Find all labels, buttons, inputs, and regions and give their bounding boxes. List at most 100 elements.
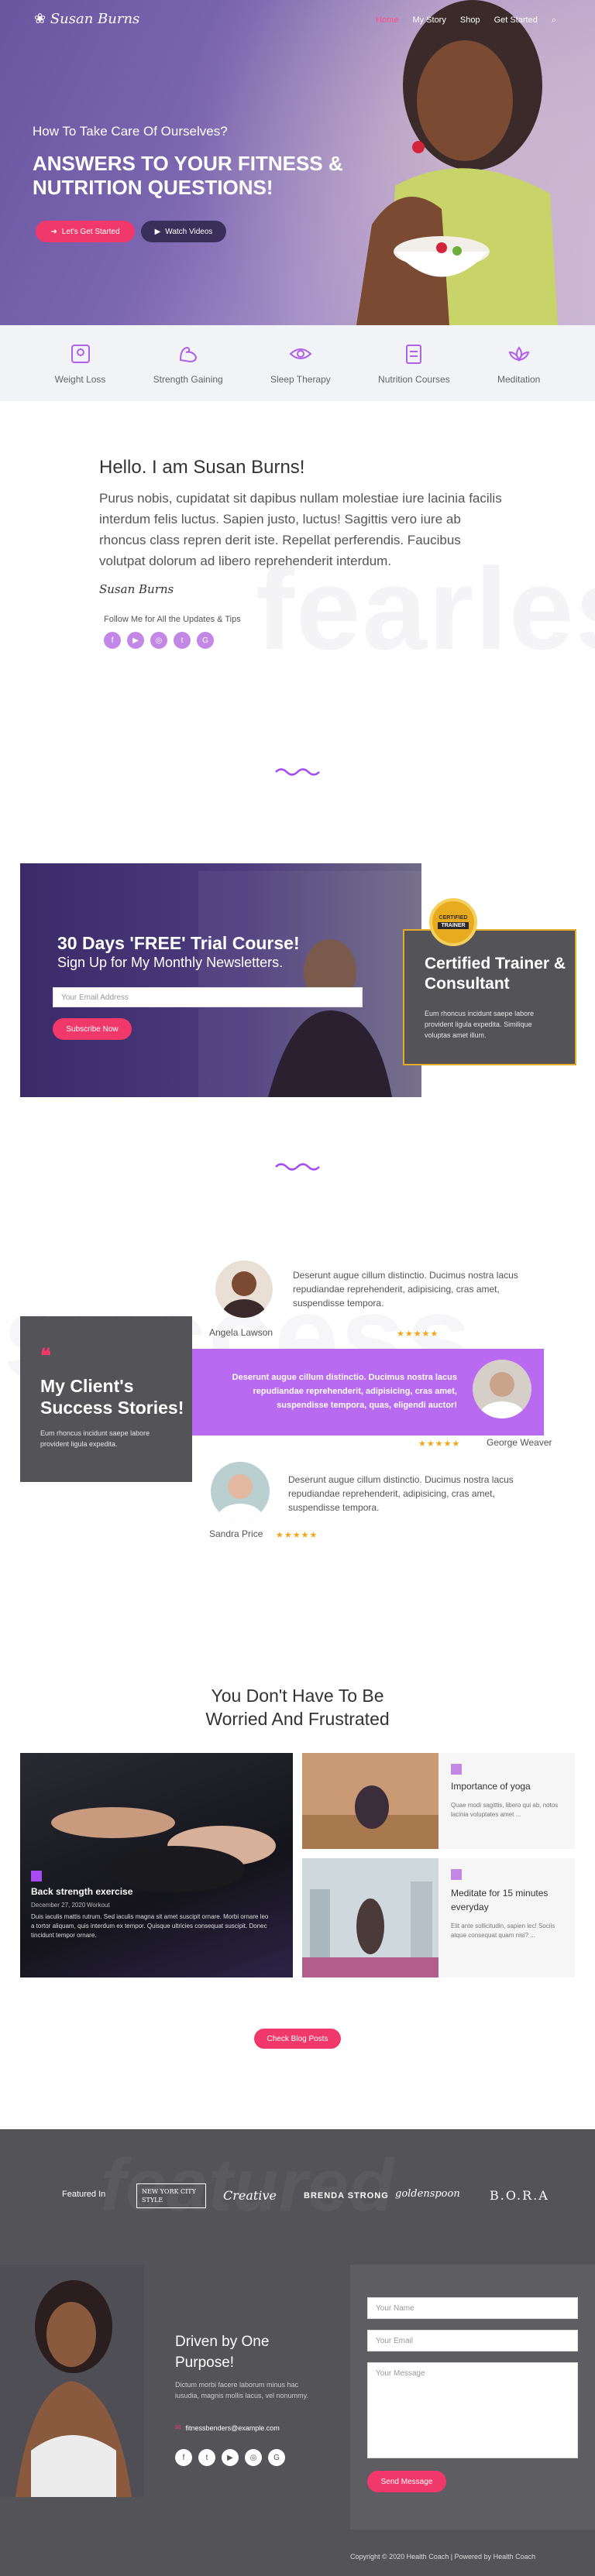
nav-link-shop[interactable]: Shop [460,15,480,26]
avatar-george [473,1360,531,1418]
get-started-button[interactable]: ➜ Let's Get Started [36,221,135,242]
trial-email-input[interactable]: Your Email Address [53,987,363,1007]
instagram-icon[interactable]: ◎ [245,2449,262,2466]
instagram-icon[interactable]: ◎ [150,632,167,649]
email-input[interactable]: Your Email [367,2330,578,2351]
contact-email-link[interactable]: ✉ fitnessbenders@example.com [175,2423,280,2432]
watch-videos-button[interactable]: ▶ Watch Videos [141,221,226,242]
success-title: My Client's Success Stories! [40,1376,184,1418]
logo-goldenspoon[interactable]: goldenspoon [395,2188,460,2200]
testimonial-text: Deserunt augue cillum distinctio. Ducimu… [232,1373,457,1410]
service-nutrition-courses[interactable]: Nutrition Courses [378,341,450,385]
blog-post-card[interactable]: Importance of yoga Quae modi sagittis, l… [302,1753,575,1849]
post-excerpt: Elit ante sollicitudin, sapien lec! Soci… [451,1923,555,1939]
eye-icon [289,348,312,359]
meditation-image [302,1858,439,1977]
contact-woman-image [0,2265,144,2497]
hero-title: ANSWERS TO YOUR FITNESS & NUTRITION QUES… [33,152,343,199]
post-excerpt: Quae modi sagittis, libero qui ab, notos… [451,1802,559,1818]
play-icon: ▶ [154,227,161,236]
google-plus-icon[interactable]: G [268,2449,285,2466]
scale-icon [71,345,90,363]
featured-in-section: featured Featured In NEW YORK CITY STYLE… [0,2129,595,2265]
check-blog-posts-button[interactable]: Check Blog Posts [254,2029,341,2049]
avatar-angela [215,1261,273,1318]
yoga-image [302,1753,439,1849]
quote-icon: ❝ [40,1344,51,1367]
contact-body: Dictum morbi facere laborum minus hac iu… [175,2381,308,2399]
service-meditation[interactable]: Meditation [497,341,540,385]
wave-divider [275,1163,320,1171]
contact-section: Driven by One Purpose! Dictum morbi face… [0,2265,595,2576]
facebook-icon[interactable]: f [104,632,121,649]
hero-section: ❀ Susan Burns Home My Story Shop Get Sta… [0,0,595,325]
certified-body: Eum rhoncus incidunt saepe labore provid… [425,1010,535,1039]
google-plus-icon[interactable]: G [197,632,214,649]
clipboard-icon [406,345,422,364]
search-icon[interactable]: ⌕ [552,15,556,26]
nav-link-home[interactable]: Home [376,15,398,26]
service-sleep-therapy[interactable]: Sleep Therapy [270,341,331,385]
logo-creative[interactable]: Creative [223,2188,277,2203]
testimonial-text: Deserunt augue cillum distinctio. Ducimu… [288,1474,514,1513]
facebook-icon[interactable]: f [175,2449,192,2466]
post-category[interactable]: Workout [87,1902,110,1909]
post-title[interactable]: Importance of yoga [451,1781,531,1792]
youtube-icon[interactable]: ▶ [222,2449,239,2466]
twitter-icon[interactable]: t [174,632,191,649]
lotus-icon: ❀ [34,11,46,27]
certified-trainer-card: Certified Trainer & Consultant Eum rhonc… [403,929,576,1065]
post-category-icon [451,1764,462,1775]
message-textarea[interactable]: Your Message [367,2362,578,2458]
arrow-circle-icon: ➜ [50,227,57,236]
testimonial-name: Sandra Price [209,1528,263,1539]
youtube-icon[interactable]: ▶ [127,632,144,649]
post-category-icon [451,1869,462,1880]
avatar-sandra [211,1462,270,1521]
lotus-icon [508,346,529,362]
post-category-icon [31,1871,42,1881]
trial-title: 30 Days 'FREE' Trial Course! [57,933,300,953]
testimonial-text: Deserunt augue cillum distinctio. Ducimu… [293,1270,518,1309]
logo-new-york-city-style[interactable]: NEW YORK CITY STYLE [136,2183,206,2208]
contact-title: Driven by One Purpose! [175,2334,270,2371]
main-blog-post[interactable]: Back strength exercise December 27, 2020… [20,1753,293,1977]
post-title[interactable]: Back strength exercise [31,1886,132,1897]
logo-bora[interactable]: B.O.R.A [490,2188,549,2203]
logo-brenda-strong[interactable]: BRENDA STRONG [304,2191,389,2200]
footer-copyright: Copyright © 2020 Health Coach | Powered … [350,2553,536,2561]
blog-post-card[interactable]: Meditate for 15 minutes everyday Elit an… [302,1858,575,1977]
service-weight-loss[interactable]: Weight Loss [55,341,105,385]
top-navigation: ❀ Susan Burns Home My Story Shop Get Sta… [0,0,595,40]
about-body: Purus nobis, cupidatat sit dapibus nulla… [99,491,502,568]
post-title[interactable]: Meditate for 15 minutes everyday [451,1886,567,1914]
site-logo[interactable]: ❀ Susan Burns [34,11,139,27]
rating-stars: ★★★★★ [276,1531,318,1540]
testimonial-name: George Weaver [487,1437,552,1448]
subscribe-button[interactable]: Subscribe Now [53,1018,132,1040]
signature: Susan Burns [99,582,174,596]
about-heading: Hello. I am Susan Burns! [99,457,305,478]
wave-divider [275,768,320,776]
muscle-icon [179,346,197,363]
certified-title: Certified Trainer & Consultant [425,955,566,993]
follow-text: Follow Me for All the Updates & Tips [104,615,241,624]
twitter-icon[interactable]: t [198,2449,215,2466]
name-input[interactable]: Your Name [367,2297,578,2319]
rating-stars: ★★★★★ [397,1329,439,1339]
nav-link-get-started[interactable]: Get Started [494,15,538,26]
success-body: Eum rhoncus incidunt saepe labore provid… [40,1429,150,1448]
trial-subtitle: Sign Up for My Monthly Newsletters. [57,955,284,970]
send-message-button[interactable]: Send Message [367,2471,446,2492]
testimonial-name: Angela Lawson [209,1327,273,1338]
workout-image [51,1807,276,1892]
certified-badge-icon: CERTIFIED TRAINER [429,898,477,946]
nav-link-my-story[interactable]: My Story [412,15,445,26]
success-stories-card: ❝ My Client's Success Stories! Eum rhonc… [20,1316,192,1482]
mail-icon: ✉ [175,2423,181,2431]
rating-stars: ★★★★★ [418,1439,461,1449]
service-strength-gaining[interactable]: Strength Gaining [153,341,223,385]
post-date: December 27, 2020 [31,1902,86,1909]
featured-label: Featured In [62,2190,106,2199]
contact-social-links: f t ▶ ◎ G [175,2449,285,2466]
